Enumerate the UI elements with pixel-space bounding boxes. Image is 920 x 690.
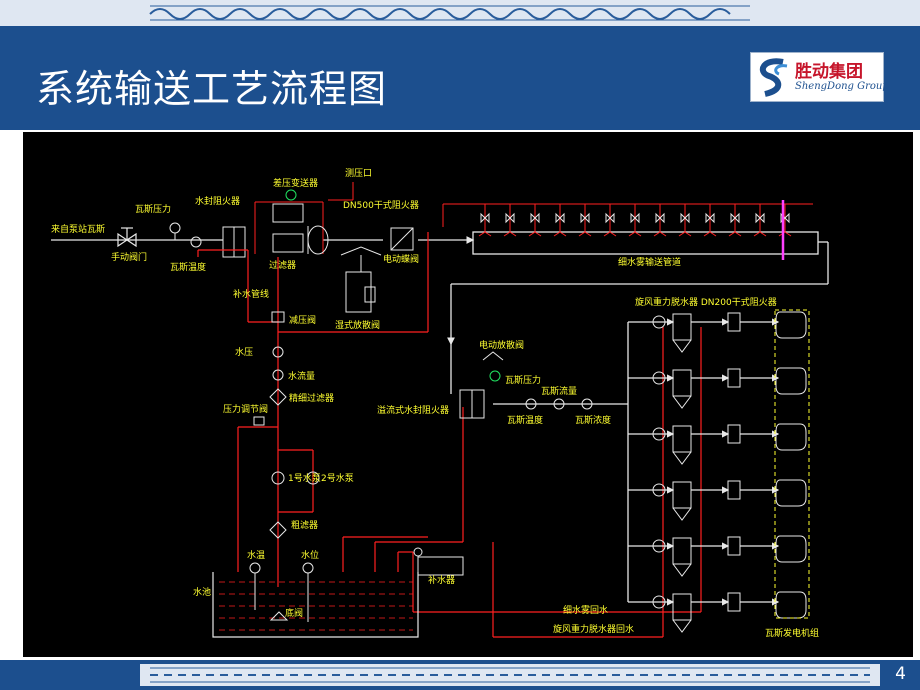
label-hand-valve: 手动阀门 xyxy=(111,251,147,263)
label-gas-temp-1: 瓦斯温度 xyxy=(170,261,206,273)
makeup-tank-icon xyxy=(413,547,464,576)
gas-pressure-gauge-icon xyxy=(169,222,202,248)
mist-nozzle-icon xyxy=(603,204,617,237)
label-water-level: 水位 xyxy=(301,549,319,561)
generator-branch xyxy=(628,479,807,521)
generator-branch xyxy=(628,535,807,577)
label-pump1: 1号水泵 xyxy=(288,472,321,484)
label-gas-temp-2: 瓦斯温度 xyxy=(507,414,543,426)
mist-nozzle-icon xyxy=(578,204,592,237)
probe-icons xyxy=(249,562,314,622)
label-pump2: 2号水泵 xyxy=(321,472,354,484)
generator-branch xyxy=(628,311,807,353)
mist-nozzle-icon xyxy=(728,204,742,237)
footer-band: 4 xyxy=(0,660,920,690)
electric-butterfly-valve-icon xyxy=(390,227,414,251)
label-dn500-arrester: DN500干式阻火器 xyxy=(343,199,419,211)
label-electric-butterfly: 电动蝶阀 xyxy=(383,253,419,265)
footer-ornament xyxy=(140,664,880,686)
label-elec-relief-valve: 电动放散阀 xyxy=(479,339,524,351)
page-number: 4 xyxy=(895,664,906,684)
label-gas-pressure-2: 瓦斯压力 xyxy=(505,374,541,386)
label-filter: 过滤器 xyxy=(269,259,296,271)
generator-branch xyxy=(628,367,807,409)
label-gen-set: 瓦斯发电机组 xyxy=(765,627,819,639)
water-seal-arrester-icon xyxy=(222,226,246,258)
label-gas-flow: 瓦斯流量 xyxy=(541,385,577,397)
mist-nozzle-icon xyxy=(478,204,492,237)
label-fine-filter: 精细过滤器 xyxy=(289,392,334,404)
mist-nozzle-icon xyxy=(553,204,567,237)
mist-nozzle-icon xyxy=(628,204,642,237)
label-cyclone-dewater-header: 旋风重力脱水器 DN200干式阻火器 xyxy=(635,296,777,308)
label-source-gas: 来自泵站瓦斯 xyxy=(51,223,105,235)
generator-branch xyxy=(628,423,807,465)
logo-emblem-icon xyxy=(759,58,788,97)
label-dp-transmitter: 差压变送器 xyxy=(273,177,318,189)
nozzle-row xyxy=(478,204,792,237)
logo-name-cn: 胜动集团 xyxy=(795,62,863,82)
mist-nozzle-icon xyxy=(703,204,717,237)
mist-nozzle-icon xyxy=(753,204,767,237)
mist-nozzle-icon xyxy=(678,204,692,237)
label-overflow-arrester: 溢流式水封阻火器 xyxy=(377,404,449,416)
label-cyclone-return: 旋风重力脱水器回水 xyxy=(553,623,634,635)
label-water-temp: 水温 xyxy=(247,549,265,561)
header-band: 系统输送工艺流程图 胜动集团 ShengDong Group xyxy=(0,0,920,130)
label-gas-conc: 瓦斯浓度 xyxy=(575,414,611,426)
page-title: 系统输送工艺流程图 xyxy=(36,67,388,111)
label-makeup-pipe: 补水管线 xyxy=(233,288,269,300)
pump-icons xyxy=(253,311,320,539)
label-water-flow: 水流量 xyxy=(288,370,315,382)
label-gas-pressure-1: 瓦斯压力 xyxy=(135,203,171,215)
water-pool xyxy=(212,572,419,638)
header-ornament xyxy=(0,0,920,26)
label-pool: 水池 xyxy=(193,586,211,598)
mist-nozzle-icon xyxy=(528,204,542,237)
label-pressure-reg-valve: 压力调节阀 xyxy=(223,403,268,415)
mist-nozzle-icon xyxy=(653,204,667,237)
label-mist-pipe: 细水雾输送管道 xyxy=(618,256,681,268)
generator-group-box xyxy=(774,309,810,619)
logo-name-en: ShengDong Group xyxy=(795,81,889,92)
wet-relief-valve-icon xyxy=(340,246,382,313)
filter-assembly-icon xyxy=(254,182,354,254)
process-flow-diagram: 来自泵站瓦斯 瓦斯压力 手动阀门 瓦斯温度 水封阻火器 差压变送器 测压口 DN… xyxy=(51,168,829,639)
hand-valve-icon xyxy=(117,227,137,248)
label-reducing-valve: 减压阀 xyxy=(289,314,316,326)
label-coarse-filter: 粗滤器 xyxy=(291,519,318,531)
diagram-canvas: 来自泵站瓦斯 瓦斯压力 手动阀门 瓦斯温度 水封阻火器 差压变送器 测压口 DN… xyxy=(23,132,913,657)
label-bottom-valve: 底阀 xyxy=(285,607,303,619)
mist-nozzle-icon xyxy=(503,204,517,237)
label-water-seal-arrester: 水封阻火器 xyxy=(195,195,240,207)
label-water-pressure: 水压 xyxy=(235,346,253,358)
ornament-pattern xyxy=(0,0,920,26)
company-logo: 胜动集团 ShengDong Group xyxy=(750,52,889,102)
label-mist-return: 细水雾回水 xyxy=(563,604,608,616)
generator-branches xyxy=(628,311,807,633)
mist-nozzle-icon xyxy=(778,204,792,237)
label-wet-relief-valve: 湿式放散阀 xyxy=(335,319,380,331)
label-pressure-port: 测压口 xyxy=(345,168,372,179)
label-makeup-tank: 补水器 xyxy=(428,574,455,586)
